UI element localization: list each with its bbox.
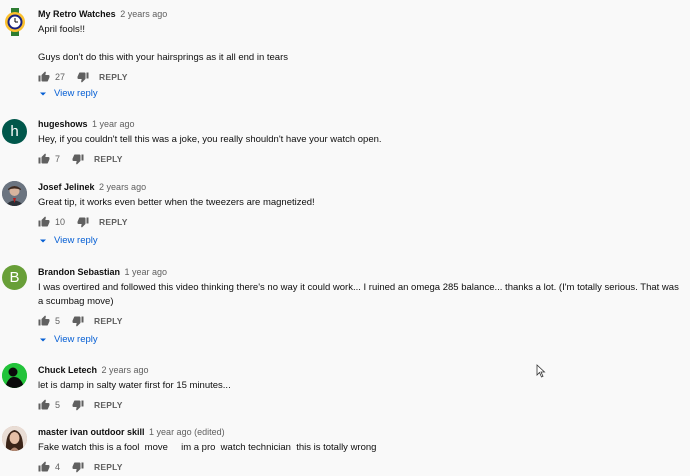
like-count: 5 (55, 400, 61, 410)
comment-body: master ivan outdoor skill 1 year ago (ed… (38, 426, 680, 474)
author-name[interactable]: master ivan outdoor skill (38, 427, 145, 437)
avatar[interactable] (3, 8, 27, 36)
timestamp[interactable]: 1 year ago (92, 119, 135, 129)
user-photo-icon (2, 181, 27, 206)
comment-text: I was overtired and followed this video … (38, 282, 682, 307)
thumb-up-icon[interactable] (38, 153, 50, 165)
comment-header: master ivan outdoor skill 1 year ago (ed… (38, 426, 680, 438)
reply-button[interactable]: REPLY (94, 316, 123, 326)
author-name[interactable]: Chuck Letech (38, 365, 97, 375)
comment-text: let is damp in salty water first for 15 … (38, 380, 231, 391)
like-count: 27 (55, 72, 66, 82)
view-replies-button[interactable]: View reply (38, 334, 98, 345)
reply-button[interactable]: REPLY (99, 72, 128, 82)
thumb-down-icon[interactable] (72, 315, 84, 327)
comment-header: hugeshows 1 year ago (38, 118, 680, 130)
thumb-up-icon[interactable] (38, 315, 50, 327)
reply-button[interactable]: REPLY (94, 154, 123, 164)
avatar[interactable]: B (2, 265, 27, 290)
thumb-down-icon[interactable] (72, 153, 84, 165)
author-name[interactable]: My Retro Watches (38, 9, 116, 19)
avatar[interactable]: h (2, 119, 27, 144)
comment-actions: 10 REPLY (38, 215, 680, 229)
reply-button[interactable]: REPLY (94, 462, 123, 472)
thumb-down-icon[interactable] (77, 71, 89, 83)
thumb-down-icon[interactable] (72, 399, 84, 411)
like-count: 5 (55, 316, 61, 326)
comment-header: Chuck Letech 2 years ago (38, 364, 680, 376)
user-photo-icon (2, 363, 27, 388)
reply-button[interactable]: REPLY (94, 400, 123, 410)
comment-text: Fake watch this is a fool move im a pro … (38, 442, 377, 453)
comment-text: April fools!! Guys don't do this with yo… (38, 24, 288, 63)
avatar[interactable] (2, 181, 27, 206)
comment-body: Brandon Sebastian 1 year ago I was overt… (38, 266, 680, 328)
comment-header: My Retro Watches 2 years ago (38, 8, 680, 20)
comment-actions: 27 REPLY (38, 70, 680, 84)
author-name[interactable]: Josef Jelinek (38, 182, 95, 192)
view-replies-label: View reply (54, 334, 98, 345)
view-replies-button[interactable]: View reply (38, 88, 98, 99)
thumb-up-icon[interactable] (38, 399, 50, 411)
reply-button[interactable]: REPLY (99, 217, 128, 227)
comment-body: Chuck Letech 2 years ago let is damp in … (38, 364, 680, 412)
comment-body: Josef Jelinek 2 years ago Great tip, it … (38, 181, 680, 229)
timestamp[interactable]: 1 year ago (125, 267, 168, 277)
like-count: 10 (55, 217, 66, 227)
author-name[interactable]: Brandon Sebastian (38, 267, 120, 277)
thumb-up-icon[interactable] (38, 461, 50, 473)
mouse-cursor-icon (536, 364, 546, 378)
timestamp[interactable]: 2 years ago (99, 182, 146, 192)
thumb-up-icon[interactable] (38, 71, 50, 83)
comment-text: Great tip, it works even better when the… (38, 197, 315, 208)
comment-header: Josef Jelinek 2 years ago (38, 181, 680, 193)
thumb-down-icon[interactable] (77, 216, 89, 228)
comment-text: Hey, if you couldn't tell this was a jok… (38, 134, 382, 145)
timestamp[interactable]: 1 year ago (edited) (149, 427, 225, 437)
avatar[interactable] (2, 426, 27, 451)
author-name[interactable]: hugeshows (38, 119, 88, 129)
like-count: 7 (55, 154, 61, 164)
comment-header: Brandon Sebastian 1 year ago (38, 266, 680, 278)
comment-body: My Retro Watches 2 years ago April fools… (38, 8, 680, 84)
avatar[interactable] (2, 363, 27, 388)
chevron-down-icon (38, 335, 48, 345)
view-replies-label: View reply (54, 88, 98, 99)
view-replies-button[interactable]: View reply (38, 235, 98, 246)
watch-logo-icon (5, 8, 25, 36)
timestamp[interactable]: 2 years ago (102, 365, 149, 375)
chevron-down-icon (38, 89, 48, 99)
like-count: 4 (55, 462, 61, 472)
comment-body: hugeshows 1 year ago Hey, if you couldn'… (38, 118, 680, 166)
comment-actions: 5 REPLY (38, 314, 680, 328)
avatar-letter: h (10, 123, 19, 140)
chevron-down-icon (38, 236, 48, 246)
view-replies-label: View reply (54, 235, 98, 246)
avatar-letter: B (9, 269, 20, 286)
timestamp[interactable]: 2 years ago (120, 9, 167, 19)
thumb-up-icon[interactable] (38, 216, 50, 228)
user-photo-icon (2, 426, 27, 451)
thumb-down-icon[interactable] (72, 461, 84, 473)
comment-actions: 5 REPLY (38, 398, 680, 412)
comment-actions: 4 REPLY (38, 460, 680, 474)
comment-actions: 7 REPLY (38, 152, 680, 166)
